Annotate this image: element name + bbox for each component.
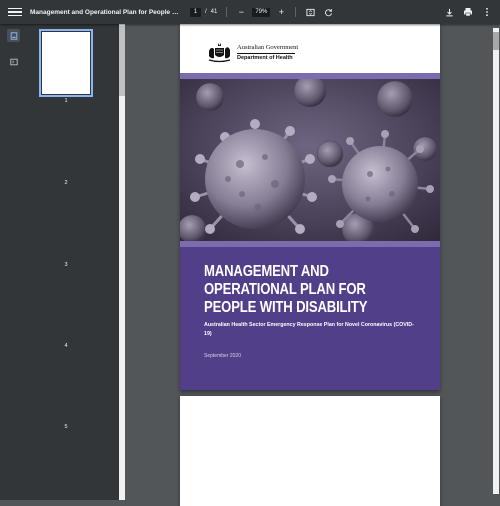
cover-title: MANAGEMENT AND OPERATIONAL PLAN FOR PEOP… <box>204 263 368 316</box>
cover-subtitle: Australian Health Sector Emergency Respo… <box>204 322 414 337</box>
thumbnail-label: 4 <box>64 343 68 349</box>
document-scrollbar-track[interactable] <box>493 28 499 494</box>
fit-page-icon[interactable] <box>305 7 315 17</box>
outline-icon[interactable] <box>7 55 20 68</box>
thumbnail-label: 2 <box>64 180 68 186</box>
pdf-page-2 <box>180 396 440 506</box>
zoom-input[interactable]: 79% <box>252 7 271 17</box>
zoom-in-button[interactable]: + <box>276 7 286 17</box>
department-name: Department of Health <box>237 55 293 62</box>
more-vert-icon[interactable] <box>482 7 492 17</box>
page-total: 41 <box>210 9 218 15</box>
sidebar-tabs <box>0 24 28 500</box>
thumbnail-label: 3 <box>64 262 68 268</box>
thumbnails-icon[interactable] <box>7 29 20 42</box>
page-separator: / <box>205 9 207 15</box>
page-number-input[interactable]: 1 <box>190 7 201 17</box>
page-thumbnail-1[interactable] <box>39 29 93 97</box>
thumbnail-label: 1 <box>64 98 68 104</box>
coronavirus-cover-image <box>180 79 440 247</box>
thumbnail-label: 5 <box>64 424 68 430</box>
rotate-icon[interactable] <box>323 7 333 17</box>
document-scrollbar[interactable] <box>490 24 500 500</box>
thumbnail-list: 1 2 3 4 5 <box>28 24 120 500</box>
thumbnail-sidebar: 1 2 3 4 5 <box>0 24 120 500</box>
pdf-page-1: Australian Government Department of Heal… <box>180 24 440 390</box>
sidebar-scrollbar-thumb[interactable] <box>119 26 125 96</box>
download-icon[interactable] <box>444 7 454 17</box>
pdf-toolbar: Management and Operational Plan for Peop… <box>0 0 500 24</box>
government-logo: Australian Government Department of Heal… <box>206 42 298 63</box>
government-name: Australian Government <box>237 43 299 51</box>
document-title: Management and Operational Plan for Peop… <box>30 8 182 16</box>
toolbar-divider <box>226 7 228 17</box>
coat-of-arms-icon <box>208 43 231 63</box>
cover-title-panel: MANAGEMENT AND OPERATIONAL PLAN FOR PEOP… <box>180 247 440 390</box>
toolbar-divider <box>295 7 297 17</box>
page-controls: 1 / 41 − 79% + <box>190 7 333 17</box>
zoom-out-button[interactable]: − <box>236 7 246 17</box>
logo-divider <box>237 52 295 54</box>
toolbar-actions <box>444 7 492 17</box>
document-scrollbar-thumb[interactable] <box>493 32 499 50</box>
sidebar-scrollbar[interactable] <box>119 24 125 500</box>
cover-date: September 2020 <box>204 353 241 359</box>
menu-icon[interactable] <box>8 7 22 17</box>
print-icon[interactable] <box>463 7 473 17</box>
